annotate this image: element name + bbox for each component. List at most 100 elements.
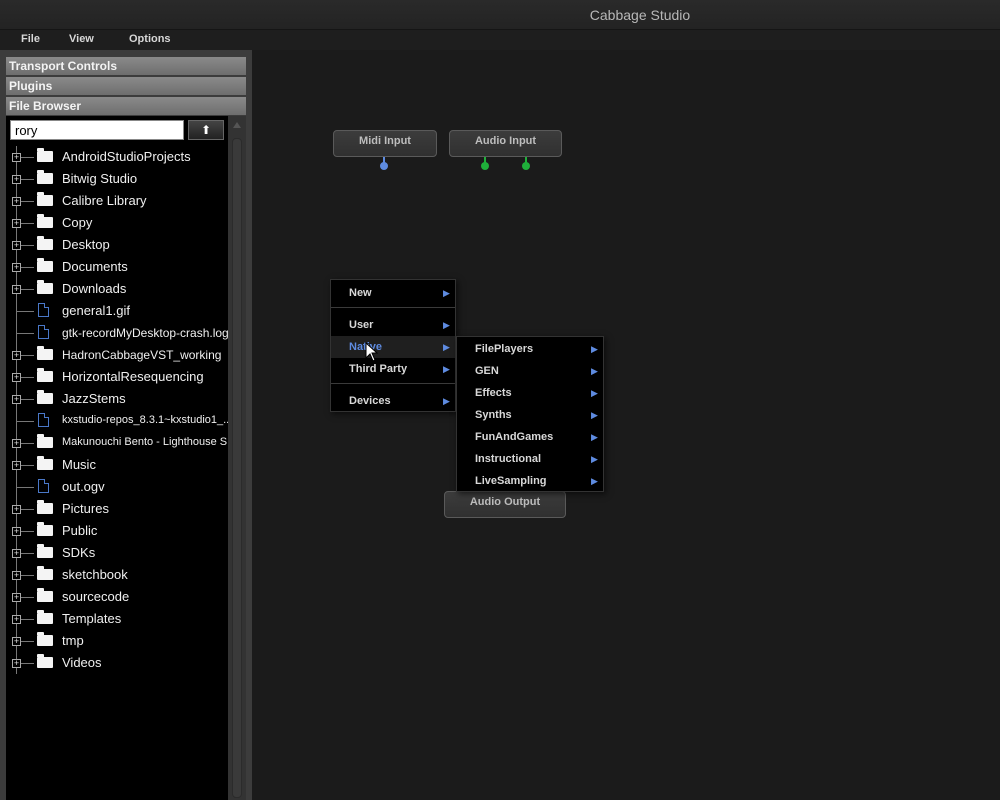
tree-item[interactable]: kxstudio-repos_8.3.1~kxstudio1_... xyxy=(6,410,228,432)
tree-item[interactable]: + Templates xyxy=(6,608,228,630)
submenu-item-label: GEN xyxy=(475,365,499,377)
folder-icon xyxy=(37,170,53,184)
expand-icon[interactable]: + xyxy=(12,527,21,536)
menu-item-new[interactable]: New ▶ xyxy=(331,282,455,304)
submenu-item-label: FilePlayers xyxy=(475,343,534,355)
tree-item-label: gtk-recordMyDesktop-crash.log xyxy=(62,326,228,340)
tree-item[interactable]: out.ogv xyxy=(6,476,228,498)
tree-item[interactable]: + Bitwig Studio xyxy=(6,168,228,190)
tree-item-label: Public xyxy=(62,523,98,538)
native-submenu: FilePlayers ▶ GEN ▶ Effects ▶ Synths ▶ F… xyxy=(456,336,604,492)
submenu-item-effects[interactable]: Effects ▶ xyxy=(457,382,603,404)
folder-icon xyxy=(37,632,53,646)
section-file-browser[interactable]: File Browser xyxy=(6,97,246,115)
submenu-item-funandgames[interactable]: FunAndGames ▶ xyxy=(457,426,603,448)
tree-item[interactable]: + HadronCabbageVST_working xyxy=(6,344,228,366)
tree-item[interactable]: + sourcecode xyxy=(6,586,228,608)
submenu-item-synths[interactable]: Synths ▶ xyxy=(457,404,603,426)
file-icon xyxy=(38,325,49,339)
expand-icon[interactable]: + xyxy=(12,373,21,382)
tree-item[interactable]: + AndroidStudioProjects xyxy=(6,146,228,168)
tree-item[interactable]: + tmp xyxy=(6,630,228,652)
expand-icon[interactable]: + xyxy=(12,571,21,580)
submenu-arrow-icon: ▶ xyxy=(443,396,450,406)
submenu-arrow-icon: ▶ xyxy=(591,476,598,486)
menu-file[interactable]: File xyxy=(21,33,40,45)
tree-item[interactable]: general1.gif xyxy=(6,300,228,322)
tree-item[interactable]: + Desktop xyxy=(6,234,228,256)
expand-icon[interactable]: + xyxy=(12,593,21,602)
submenu-item-label: Synths xyxy=(475,409,512,421)
midi-pin-dot[interactable] xyxy=(380,162,388,170)
file-browser-scrollbar[interactable] xyxy=(228,116,246,800)
scroll-up-arrow-icon[interactable] xyxy=(233,122,241,128)
tree-item-label: Videos xyxy=(62,655,102,670)
submenu-arrow-icon: ▶ xyxy=(591,410,598,420)
file-icon xyxy=(38,303,49,317)
audio-output-node[interactable]: Audio Output xyxy=(444,491,566,518)
tree-item[interactable]: + Calibre Library xyxy=(6,190,228,212)
tree-item[interactable]: + HorizontalResequencing xyxy=(6,366,228,388)
tree-item[interactable]: + Downloads xyxy=(6,278,228,300)
tree-item[interactable]: + JazzStems xyxy=(6,388,228,410)
tree-item[interactable]: + Makunouchi Bento - Lighthouse S... xyxy=(6,432,228,454)
file-browser-path-input[interactable] xyxy=(10,120,184,140)
expand-icon[interactable]: + xyxy=(12,659,21,668)
expand-icon[interactable]: + xyxy=(12,395,21,404)
tree-item[interactable]: gtk-recordMyDesktop-crash.log xyxy=(6,322,228,344)
tree-item[interactable]: + sketchbook xyxy=(6,564,228,586)
menu-item-third-party[interactable]: Third Party ▶ xyxy=(331,358,455,380)
tree-item-label: Copy xyxy=(62,215,93,230)
menu-item-devices[interactable]: Devices ▶ xyxy=(331,390,455,412)
folder-icon xyxy=(37,588,53,602)
file-icon xyxy=(38,479,49,493)
submenu-item-fileplayers[interactable]: FilePlayers ▶ xyxy=(457,338,603,360)
menu-item-native[interactable]: Native ▶ xyxy=(331,336,455,358)
expand-icon[interactable]: + xyxy=(12,439,21,448)
menu-view[interactable]: View xyxy=(69,33,94,45)
tree-item-label: general1.gif xyxy=(62,303,130,318)
expand-icon[interactable]: + xyxy=(12,153,21,162)
expand-icon[interactable]: + xyxy=(12,461,21,470)
expand-icon[interactable]: + xyxy=(12,263,21,272)
folder-icon xyxy=(37,522,53,536)
tree-item[interactable]: + Pictures xyxy=(6,498,228,520)
submenu-item-gen[interactable]: GEN ▶ xyxy=(457,360,603,382)
submenu-item-label: Instructional xyxy=(475,453,542,465)
expand-icon[interactable]: + xyxy=(12,285,21,294)
submenu-item-livesampling[interactable]: LiveSampling ▶ xyxy=(457,470,603,492)
expand-icon[interactable]: + xyxy=(12,197,21,206)
folder-icon xyxy=(37,258,53,272)
expand-icon[interactable]: + xyxy=(12,351,21,360)
folder-icon xyxy=(37,192,53,206)
folder-icon xyxy=(37,368,53,382)
expand-icon[interactable]: + xyxy=(12,637,21,646)
tree-item-label: tmp xyxy=(62,633,84,648)
menu-options[interactable]: Options xyxy=(129,33,171,45)
submenu-item-instructional[interactable]: Instructional ▶ xyxy=(457,448,603,470)
audio-pin-dot[interactable] xyxy=(481,162,489,170)
expand-icon[interactable]: + xyxy=(12,241,21,250)
tree-item[interactable]: + Copy xyxy=(6,212,228,234)
scroll-thumb[interactable] xyxy=(232,138,242,798)
expand-icon[interactable]: + xyxy=(12,615,21,624)
tree-item-label: Documents xyxy=(62,259,128,274)
tree-item[interactable]: + Documents xyxy=(6,256,228,278)
expand-icon[interactable]: + xyxy=(12,175,21,184)
tree-item[interactable]: + Public xyxy=(6,520,228,542)
section-transport-controls[interactable]: Transport Controls xyxy=(6,57,246,75)
audio-pin-dot[interactable] xyxy=(522,162,530,170)
tree-item[interactable]: + SDKs xyxy=(6,542,228,564)
expand-icon[interactable]: + xyxy=(12,219,21,228)
up-directory-button[interactable]: ⬆ xyxy=(188,120,224,140)
audio-input-node[interactable]: Audio Input xyxy=(449,130,562,157)
tree-item[interactable]: + Music xyxy=(6,454,228,476)
window-title: Cabbage Studio xyxy=(589,7,691,23)
menu-item-user[interactable]: User ▶ xyxy=(331,314,455,336)
patch-canvas[interactable] xyxy=(252,50,1000,800)
tree-item[interactable]: + Videos xyxy=(6,652,228,674)
expand-icon[interactable]: + xyxy=(12,505,21,514)
section-plugins[interactable]: Plugins xyxy=(6,77,246,95)
midi-input-node[interactable]: Midi Input xyxy=(333,130,437,157)
expand-icon[interactable]: + xyxy=(12,549,21,558)
